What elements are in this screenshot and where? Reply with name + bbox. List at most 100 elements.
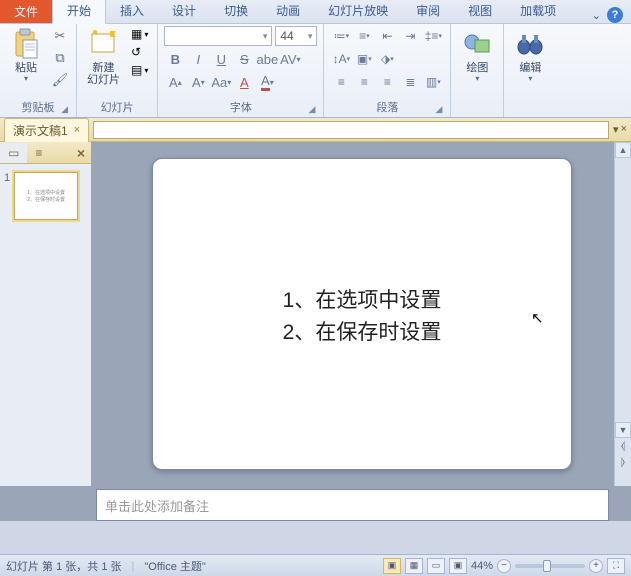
group-clipboard: 粘贴 ▾ ✂ ⧉ 🖌 剪贴板 ◢ [0,24,77,117]
slide-thumbnail[interactable]: 1、在选项中设置 2、在保存时设置 [14,172,78,220]
numbering-button[interactable]: ≡▾ [353,26,375,46]
justify-button[interactable]: ≣ [399,72,421,92]
scroll-down-icon[interactable]: ▼ [615,422,631,438]
new-slide-icon [88,28,120,60]
align-right-button[interactable]: ≡ [376,72,398,92]
close-pane-button[interactable]: × [71,145,91,161]
section-icon: ▤ [131,63,142,77]
shrink-font-button[interactable]: A▾ [187,72,209,92]
strikethrough-button[interactable]: S [233,49,255,69]
font-name-combo[interactable]: ▾ [164,26,272,46]
vertical-scrollbar[interactable]: ▲ ▼ ⦉ ⦊ [614,142,631,486]
tab-transition[interactable]: 切换 [210,0,262,23]
slide-content-text[interactable]: 1、在选项中设置 2、在保存时设置 [153,285,571,348]
reset-icon: ↺ [131,45,141,59]
tab-animation[interactable]: 动画 [262,0,314,23]
minimize-ribbon-icon[interactable]: ⌄ [592,9,601,22]
copy-icon: ⧉ [55,50,64,66]
slides-tab-icon: ▭ [8,146,19,160]
char-spacing-button[interactable]: AV▾ [279,49,301,69]
tab-review[interactable]: 审阅 [402,0,454,23]
bullets-button[interactable]: ≔▾ [330,26,352,46]
text-direction-button[interactable]: ↕A▾ [330,49,352,69]
drawing-label: 绘图 [466,62,488,74]
close-icon[interactable]: × [74,124,80,136]
group-slides: 新建 幻灯片 ▦▾ ↺ ▤▾ 幻灯片 [77,24,158,117]
fit-window-button[interactable]: ⛶ [607,558,625,574]
editing-label: 编辑 [519,62,541,74]
drawing-button[interactable]: 绘图 ▾ [457,26,497,85]
tab-design[interactable]: 设计 [158,0,210,23]
grow-font-button[interactable]: A▴ [164,72,186,92]
notes-pane[interactable]: 单击此处添加备注 [96,489,609,521]
layout-icon: ▦ [131,27,142,41]
tab-file[interactable]: 文件 [0,0,52,23]
thumb-preview-text: 1、在选项中设置 2、在保存时设置 [27,189,65,203]
increase-indent-button[interactable]: ⇥ [399,26,421,46]
prev-slide-button[interactable]: ⦉ [615,438,631,454]
scroll-up-icon[interactable]: ▲ [615,142,631,158]
group-clipboard-label: 剪贴板 [22,102,55,114]
normal-view-button[interactable]: ▣ [383,558,401,574]
columns-button[interactable]: ▥▾ [422,72,444,92]
reset-button[interactable]: ↺ [128,44,151,60]
paste-button[interactable]: 粘贴 ▾ [6,26,46,85]
zoom-slider[interactable] [515,564,585,568]
reading-view-button[interactable]: ▭ [427,558,445,574]
font-color-button[interactable]: A▾ [256,72,278,92]
main-area: ▭ ≡ × 1 1、在选项中设置 2、在保存时设置 1、在选项中设置 2、在保存… [0,142,631,486]
dialog-launcher-icon[interactable]: ◢ [61,104,68,115]
document-tab-label: 演示文稿1 [13,122,68,139]
sorter-view-button[interactable]: ▦ [405,558,423,574]
outline-tab[interactable]: ≡ [27,143,50,163]
tab-insert[interactable]: 插入 [106,0,158,23]
zoom-out-button[interactable]: − [497,559,511,573]
dialog-launcher-icon[interactable]: ◢ [435,104,442,115]
dropdown-icon[interactable]: ▾ [613,123,619,136]
tab-home[interactable]: 开始 [52,0,106,24]
font-size-combo[interactable]: 44▾ [275,26,317,46]
layout-button[interactable]: ▦▾ [128,26,151,42]
cut-button[interactable]: ✂ [50,26,70,46]
bold-button[interactable]: B [164,49,186,69]
copy-button[interactable]: ⧉ [50,48,70,68]
align-center-button[interactable]: ≡ [353,72,375,92]
slide-line-2: 2、在保存时设置 [153,317,571,349]
zoom-handle[interactable] [543,560,551,572]
slide-editor[interactable]: 1、在选项中设置 2、在保存时设置 ↖ ▲ ▼ ⦉ ⦊ [92,142,631,486]
slide-canvas[interactable]: 1、在选项中设置 2、在保存时设置 ↖ [152,158,572,470]
underline-button[interactable]: U [210,49,232,69]
dialog-launcher-icon[interactable]: ◢ [308,104,315,115]
zoom-in-button[interactable]: + [589,559,603,573]
editing-button[interactable]: 编辑 ▾ [510,26,550,85]
clear-format-button[interactable]: A [233,72,255,92]
tab-addins[interactable]: 加载项 [506,0,570,23]
change-case-button[interactable]: Aa▾ [210,72,232,92]
document-tab[interactable]: 演示文稿1 × [4,118,89,142]
scissors-icon: ✂ [55,28,66,44]
close-pane-icon[interactable]: × [621,123,627,136]
group-paragraph-label: 段落 [376,102,398,114]
new-slide-button[interactable]: 新建 幻灯片 [83,26,124,88]
document-tab-bar: 演示文稿1 × ▾ × [0,118,631,142]
line-spacing-button[interactable]: ‡≡▾ [422,26,444,46]
section-button[interactable]: ▤▾ [128,62,151,78]
slide-line-1: 1、在选项中设置 [153,285,571,317]
smartart-button[interactable]: ⬗▾ [376,49,398,69]
shapes-icon [461,28,493,60]
format-painter-button[interactable]: 🖌 [50,70,70,90]
italic-button[interactable]: I [187,49,209,69]
help-icon[interactable]: ? [607,7,623,23]
tab-view[interactable]: 视图 [454,0,506,23]
zoom-value[interactable]: 44% [471,560,493,572]
align-text-button[interactable]: ▣▾ [353,49,375,69]
next-slide-button[interactable]: ⦊ [615,454,631,470]
align-left-button[interactable]: ≡ [330,72,352,92]
tab-slideshow[interactable]: 幻灯片放映 [314,0,402,23]
slideshow-view-button[interactable]: ▣ [449,558,467,574]
outline-bar[interactable] [93,121,609,139]
slides-tab[interactable]: ▭ [0,143,27,163]
shadow-button[interactable]: abe [256,49,278,69]
decrease-indent-button[interactable]: ⇤ [376,26,398,46]
group-slides-label: 幻灯片 [101,102,134,114]
